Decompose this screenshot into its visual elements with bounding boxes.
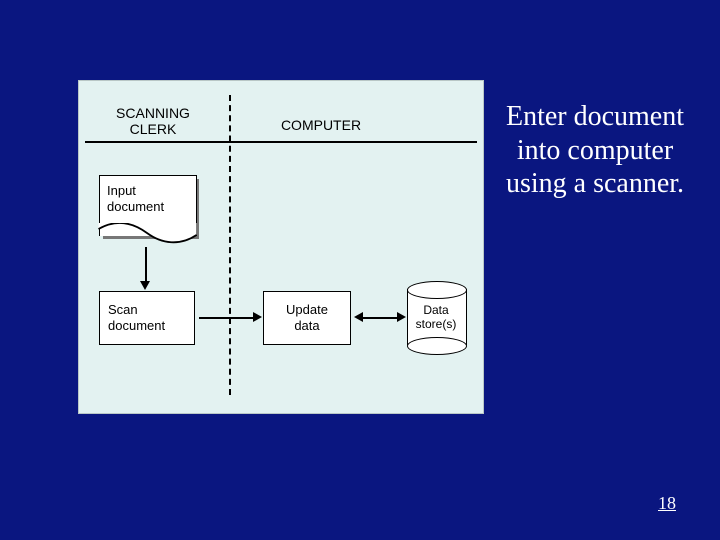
header-underline <box>85 141 477 143</box>
lane-header-clerk-label: SCANNING CLERK <box>116 105 190 137</box>
node-scan-document-label: Scan document <box>108 302 165 333</box>
node-data-store-label: Data store(s) <box>407 303 465 332</box>
document-wave-icon <box>98 223 197 247</box>
slide-caption: Enter document into computer using a sca… <box>498 100 692 201</box>
lane-header-computer: COMPUTER <box>275 117 367 133</box>
edge-update-to-store-head-l <box>354 312 363 322</box>
node-update-data-label: Update data <box>286 302 328 333</box>
node-update-data: Update data <box>263 291 351 345</box>
lane-divider <box>229 95 231 395</box>
lane-header-computer-label: COMPUTER <box>281 117 361 133</box>
node-scan-document: Scan document <box>99 291 195 345</box>
diagram-panel: SCANNING CLERK COMPUTER Input document S… <box>78 80 484 414</box>
node-input-document-label: Input document <box>107 183 164 214</box>
edge-scan-to-update-head <box>253 312 262 322</box>
edge-update-to-store <box>361 317 399 319</box>
edge-scan-to-update <box>199 317 255 319</box>
lane-header-clerk: SCANNING CLERK <box>107 105 199 137</box>
edge-input-to-scan <box>145 247 147 283</box>
node-input-document: Input document <box>99 175 195 243</box>
edge-input-to-scan-head <box>140 281 150 290</box>
page-number: 18 <box>658 493 676 514</box>
edge-update-to-store-head-r <box>397 312 406 322</box>
